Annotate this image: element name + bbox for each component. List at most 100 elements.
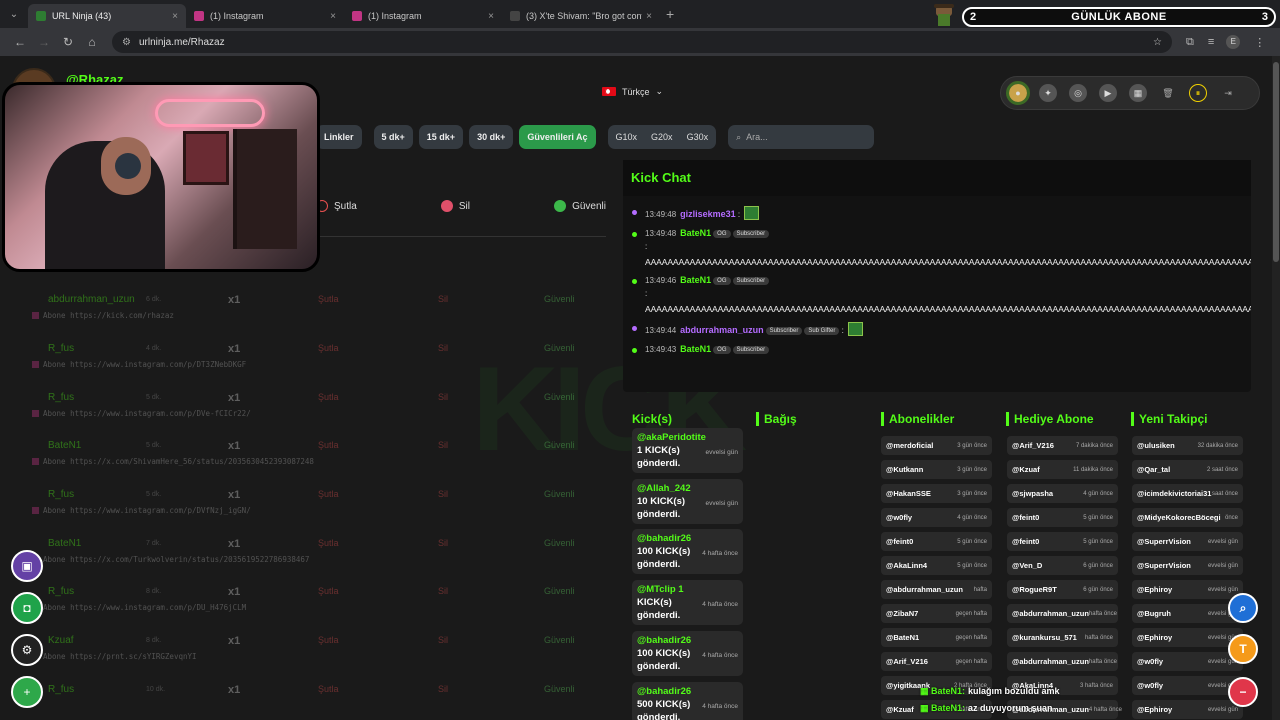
- row-guvenli-button[interactable]: Güvenli: [544, 343, 575, 353]
- back-icon[interactable]: ←: [8, 35, 32, 49]
- link-row-url[interactable]: Abone https://kick.com/rhazaz: [32, 311, 174, 320]
- hediye-user[interactable]: @sjwpasha: [1012, 489, 1053, 498]
- row-sil-button[interactable]: Sil: [438, 343, 448, 353]
- row-guvenli-button[interactable]: Güvenli: [544, 635, 575, 645]
- grid-icon[interactable]: ▦: [1129, 84, 1147, 102]
- remove-user-button[interactable]: −: [1228, 677, 1258, 707]
- chat-username[interactable]: BateN1: [680, 228, 711, 238]
- tab-close-icon[interactable]: ×: [488, 11, 494, 22]
- link-row-user[interactable]: BateN1: [48, 440, 81, 451]
- abonelikler-user[interactable]: @feint0: [886, 537, 913, 546]
- row-guvenli-button[interactable]: Güvenli: [544, 294, 575, 304]
- row-sil-button[interactable]: Sil: [438, 489, 448, 499]
- row-sutla-button[interactable]: Şutla: [318, 538, 339, 548]
- takipci-user[interactable]: @w0fly: [1137, 657, 1163, 666]
- hediye-user[interactable]: @feint0: [1012, 513, 1039, 522]
- takipci-user[interactable]: @ulusiken: [1137, 441, 1175, 450]
- pause-icon[interactable]: ⏸: [1189, 84, 1207, 102]
- abonelikler-user[interactable]: @merdoficial: [886, 441, 933, 450]
- link-row-url[interactable]: Abone https://www.instagram.com/p/DU_H47…: [32, 603, 246, 612]
- abonelikler-user[interactable]: @Kzuaf: [886, 705, 914, 714]
- kick-coin-icon[interactable]: ●: [1006, 81, 1030, 105]
- url-field[interactable]: ⚙ urlninja.me/Rhazaz ☆: [112, 31, 1172, 53]
- takipci-user[interactable]: @Ephiroy: [1137, 585, 1172, 594]
- row-guvenli-button[interactable]: Güvenli: [544, 440, 575, 450]
- home-icon[interactable]: ⌂: [80, 35, 104, 49]
- filter-15min-button[interactable]: 15 dk+: [418, 125, 464, 149]
- header-sutla[interactable]: Şutla: [316, 200, 357, 212]
- takipci-user[interactable]: @icimdekivictoriai31: [1137, 489, 1211, 498]
- browser-tab[interactable]: (1) Instagram ×: [186, 4, 344, 28]
- takipci-user[interactable]: @Bugruh: [1137, 609, 1171, 618]
- row-sil-button[interactable]: Sil: [438, 538, 448, 548]
- row-sutla-button[interactable]: Şutla: [318, 489, 339, 499]
- chat-username[interactable]: BateN1: [680, 344, 711, 354]
- header-sil[interactable]: Sil: [440, 200, 470, 212]
- hediye-user[interactable]: @abdurrahman_uzun: [1012, 609, 1089, 618]
- kick-card-user[interactable]: @akaPeridotite: [637, 431, 738, 444]
- instagram-icon[interactable]: ◎: [1069, 84, 1087, 102]
- bookmark-star-icon[interactable]: ☆: [1153, 37, 1162, 48]
- link-row-user[interactable]: R_fus: [48, 343, 74, 354]
- link-row-user[interactable]: BateN1: [48, 538, 81, 549]
- abonelikler-user[interactable]: @AkaLinn4: [886, 561, 927, 570]
- youtube-icon[interactable]: ▶: [1099, 84, 1117, 102]
- kick-card-user[interactable]: @Allah_242: [637, 482, 738, 495]
- kick-card-user[interactable]: @bahadir26: [637, 685, 738, 698]
- link-row-url[interactable]: Abone https://prnt.sc/sYIRGZevqnYI: [32, 652, 197, 661]
- kick-card-user[interactable]: @bahadir26: [637, 634, 738, 647]
- row-sil-button[interactable]: Sil: [438, 586, 448, 596]
- reading-list-icon[interactable]: ≡: [1208, 36, 1214, 48]
- row-sutla-button[interactable]: Şutla: [318, 392, 339, 402]
- takipci-user[interactable]: @Ephiroy: [1137, 633, 1172, 642]
- chat-username[interactable]: gizlisekme31: [680, 209, 736, 219]
- link-row-url[interactable]: Abone https://www.instagram.com/p/DT3ZNe…: [32, 360, 246, 369]
- profile-avatar[interactable]: E: [1226, 35, 1241, 49]
- tab-close-icon[interactable]: ×: [172, 11, 178, 22]
- row-sutla-button[interactable]: Şutla: [318, 586, 339, 596]
- tab-close-icon[interactable]: ×: [646, 11, 652, 22]
- takipci-user[interactable]: @SuperrVision: [1137, 561, 1191, 570]
- abonelikler-user[interactable]: @BateN1: [886, 633, 919, 642]
- link-row-url[interactable]: Abone https://x.com/Turkwolverin/status/…: [32, 555, 309, 564]
- hediye-user[interactable]: @Ven_D: [1012, 561, 1042, 570]
- kick-button[interactable]: ◘: [11, 592, 43, 624]
- logout-icon[interactable]: ⇥: [1219, 84, 1237, 102]
- link-row-user[interactable]: R_fus: [48, 684, 74, 695]
- abonelikler-user[interactable]: @w0fly: [886, 513, 912, 522]
- takipci-user[interactable]: @w0fly: [1137, 681, 1163, 690]
- abonelikler-user[interactable]: @HakanSSE: [886, 489, 931, 498]
- link-row-url[interactable]: Abone https://x.com/ShivamHere_56/status…: [32, 457, 314, 466]
- hediye-user[interactable]: @Kzuaf: [1012, 465, 1040, 474]
- takipci-user[interactable]: @Ephiroy: [1137, 705, 1172, 714]
- row-sil-button[interactable]: Sil: [438, 635, 448, 645]
- g30-button[interactable]: G30x: [687, 132, 709, 142]
- extensions-icon[interactable]: ⧉: [1186, 36, 1194, 49]
- chat-username[interactable]: BateN1: [680, 275, 711, 285]
- add-user-button[interactable]: +: [11, 676, 43, 708]
- row-sutla-button[interactable]: Şutla: [318, 440, 339, 450]
- new-tab-button[interactable]: +: [666, 6, 674, 22]
- kick-card-user[interactable]: @bahadir26: [637, 532, 738, 545]
- takipci-user[interactable]: @MidyeKokorecBöcegi: [1137, 513, 1221, 522]
- browser-tab[interactable]: URL Ninja (43) ×: [28, 4, 186, 28]
- row-sutla-button[interactable]: Şutla: [318, 635, 339, 645]
- kick-card-user[interactable]: @MTclip 1: [637, 583, 738, 596]
- language-selector[interactable]: Türkçe ⌄: [602, 86, 663, 97]
- row-guvenli-button[interactable]: Güvenli: [544, 538, 575, 548]
- reload-icon[interactable]: ↻: [56, 35, 80, 49]
- filter-30min-button[interactable]: 30 dk+: [469, 125, 514, 149]
- page-scrollbar[interactable]: [1272, 56, 1280, 720]
- link-row-user[interactable]: R_fus: [48, 392, 74, 403]
- twitch-button[interactable]: ▣: [11, 550, 43, 582]
- search-input[interactable]: ⌕ Ara...: [728, 125, 875, 149]
- browser-tab[interactable]: (3) X'te Shivam: "Bro got confu ×: [502, 4, 660, 28]
- filter-5min-button[interactable]: 5 dk+: [373, 125, 413, 149]
- g20-button[interactable]: G20x: [651, 132, 673, 142]
- abonelikler-user[interactable]: @Arif_V216: [886, 657, 928, 666]
- link-row-url[interactable]: Abone https://www.instagram.com/p/DVe-fC…: [32, 409, 251, 418]
- hediye-user[interactable]: @abdurrahman_uzun: [1012, 657, 1089, 666]
- row-sutla-button[interactable]: Şutla: [318, 294, 339, 304]
- takipci-user[interactable]: @Qar_tal: [1137, 465, 1170, 474]
- settings-gear-icon[interactable]: ⚙: [11, 634, 43, 666]
